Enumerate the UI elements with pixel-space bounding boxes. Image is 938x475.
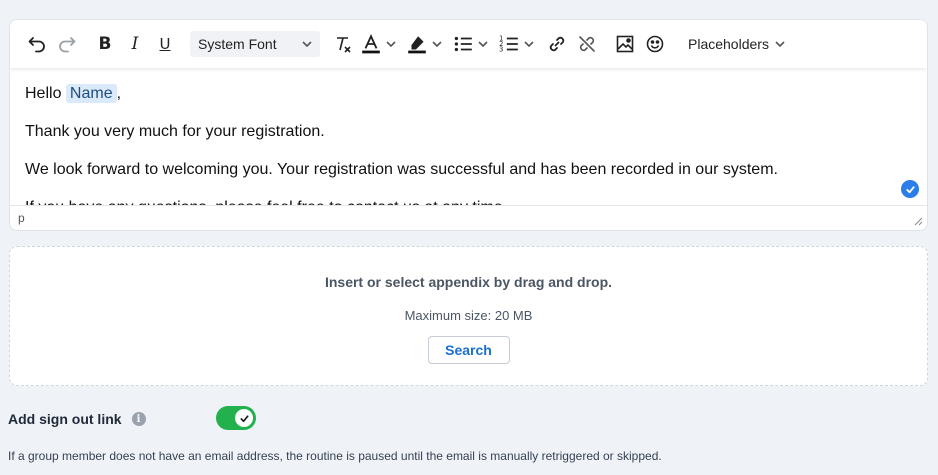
link-icon	[549, 36, 565, 52]
underline-icon: U	[159, 35, 171, 53]
clear-format-icon	[337, 37, 351, 53]
chevron-down-icon	[432, 41, 442, 48]
font-family-value: System Font	[198, 36, 277, 52]
editor-statusbar: p	[10, 205, 927, 230]
greeting-suffix: ,	[116, 85, 122, 102]
paragraph-thanks: Thank you very much for your registratio…	[25, 123, 325, 140]
font-family-select[interactable]: System Font	[190, 31, 320, 57]
italic-icon: I	[131, 34, 139, 54]
redo-icon	[59, 37, 76, 53]
paragraph-welcome: We look forward to welcoming you. Your r…	[25, 161, 778, 178]
placeholders-menu[interactable]: Placeholders	[688, 36, 787, 52]
svg-text:3: 3	[499, 46, 503, 54]
toggle-knob	[235, 409, 253, 427]
emoji-icon	[646, 35, 664, 53]
undo-icon	[28, 37, 45, 53]
help-note: If a group member does not have an email…	[8, 449, 662, 463]
dropzone-max-size: Maximum size: 20 MB	[404, 308, 533, 323]
text-color-icon	[362, 34, 380, 54]
unlink-button[interactable]	[574, 30, 600, 58]
check-icon	[905, 185, 915, 193]
resize-handle-icon[interactable]	[913, 216, 923, 226]
text-color-button[interactable]	[360, 33, 398, 55]
greeting-prefix: Hello	[25, 85, 62, 102]
dropzone-title: Insert or select appendix by drag and dr…	[324, 274, 613, 290]
signout-row: Add sign out link i	[8, 406, 256, 432]
highlight-button[interactable]	[406, 33, 444, 55]
clear-format-button[interactable]	[330, 30, 356, 58]
name-placeholder-tag[interactable]: Name	[65, 84, 117, 103]
link-button[interactable]	[544, 30, 570, 58]
undo-button[interactable]	[24, 30, 50, 58]
signout-label: Add sign out link	[8, 411, 122, 427]
image-button[interactable]	[612, 30, 638, 58]
rich-text-editor: B I U System Font 123 Placeholders Hello…	[9, 19, 928, 231]
bullet-list-button[interactable]	[452, 33, 490, 55]
editor-content[interactable]: Hello Name, Thank you very much for your…	[10, 68, 927, 206]
signout-toggle[interactable]	[216, 406, 256, 430]
info-icon[interactable]: i	[131, 412, 146, 426]
image-icon	[616, 35, 634, 53]
italic-button[interactable]: I	[122, 30, 148, 58]
bold-button[interactable]: B	[92, 30, 118, 58]
greeting-line: Hello Name,	[25, 84, 912, 103]
numbered-list-button[interactable]: 123	[498, 33, 536, 55]
redo-button[interactable]	[54, 30, 80, 58]
editor-toolbar: B I U System Font 123 Placeholders	[10, 20, 927, 68]
element-path[interactable]: p	[18, 211, 25, 225]
emoji-button[interactable]	[642, 30, 668, 58]
bold-icon: B	[98, 34, 112, 54]
bullet-list-icon	[454, 36, 472, 52]
search-button[interactable]: Search	[427, 336, 510, 364]
placeholders-label: Placeholders	[688, 36, 769, 52]
check-icon	[239, 414, 249, 422]
attachment-dropzone[interactable]: Insert or select appendix by drag and dr…	[9, 246, 928, 386]
chevron-down-icon	[386, 41, 396, 48]
chevron-down-icon	[524, 41, 534, 48]
chevron-down-icon	[775, 41, 785, 48]
unlink-icon	[579, 36, 595, 52]
highlight-icon	[408, 36, 426, 54]
chevron-down-icon	[478, 41, 488, 48]
chevron-down-icon	[302, 41, 312, 48]
spellcheck-badge[interactable]	[901, 180, 919, 198]
numbered-list-icon: 123	[499, 35, 518, 54]
underline-button[interactable]: U	[152, 30, 178, 58]
